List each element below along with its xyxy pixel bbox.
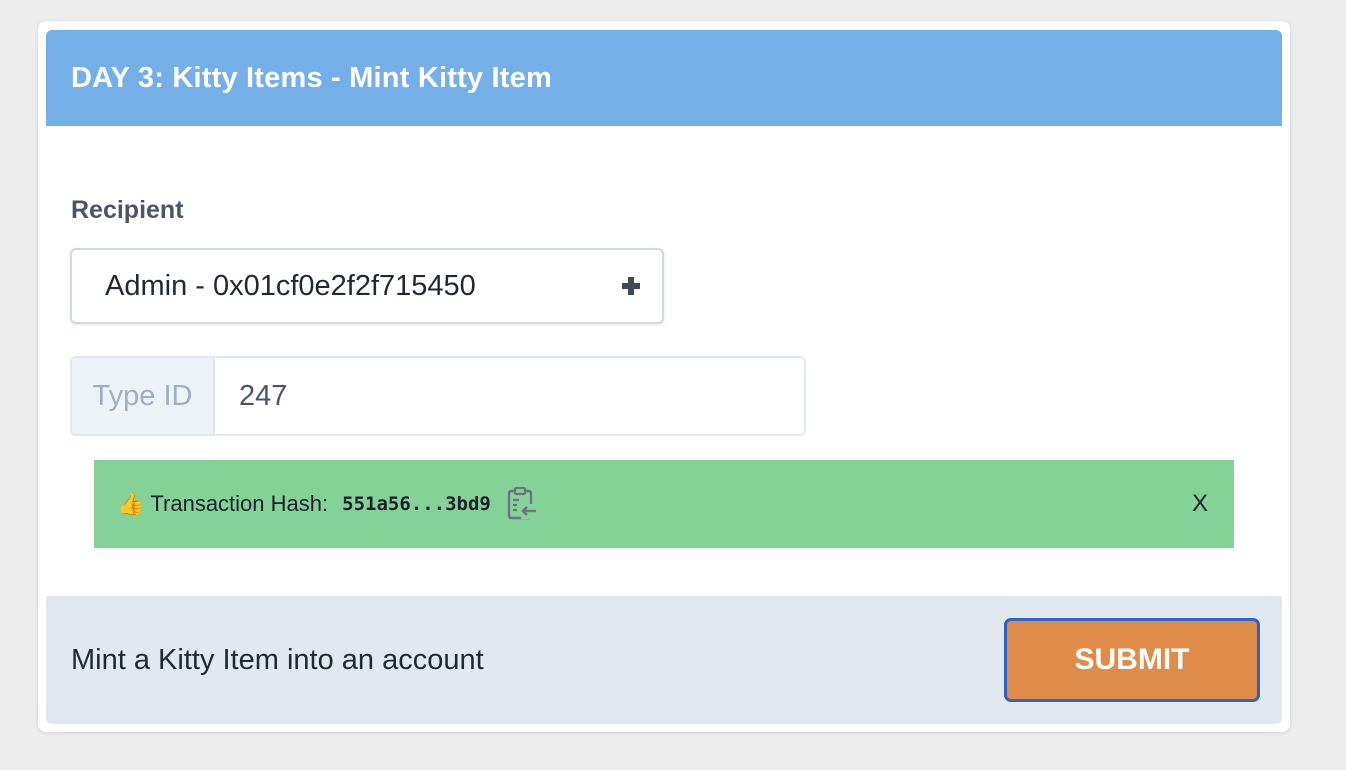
recipient-select[interactable]: Admin - 0x01cf0e2f2f715450 — [70, 248, 664, 324]
plus-icon — [622, 277, 640, 295]
thumbs-up-icon: 👍 — [117, 491, 145, 516]
footer-description: Mint a Kitty Item into an account — [71, 643, 484, 676]
page-title: DAY 3: Kitty Items - Mint Kitty Item — [71, 61, 552, 94]
recipient-value: Admin - 0x01cf0e2f2f715450 — [105, 269, 476, 302]
close-toast-button[interactable]: X — [1192, 490, 1208, 518]
type-id-addon: Type ID — [72, 358, 215, 434]
submit-button[interactable]: SUBMIT — [1004, 618, 1260, 702]
transaction-hash-value: 551a56...3bd9 — [342, 493, 491, 515]
type-id-input-group: Type ID 247 — [70, 356, 806, 436]
clipboard-copy-icon[interactable] — [505, 486, 539, 522]
type-id-input[interactable]: 247 — [215, 358, 804, 434]
recipient-label: Recipient — [71, 196, 184, 224]
transaction-toast: 👍 Transaction Hash: 551a56...3bd9 X — [94, 460, 1234, 548]
panel-header: DAY 3: Kitty Items - Mint Kitty Item — [46, 30, 1282, 126]
transaction-hash-label: Transaction Hash: — [150, 491, 329, 516]
